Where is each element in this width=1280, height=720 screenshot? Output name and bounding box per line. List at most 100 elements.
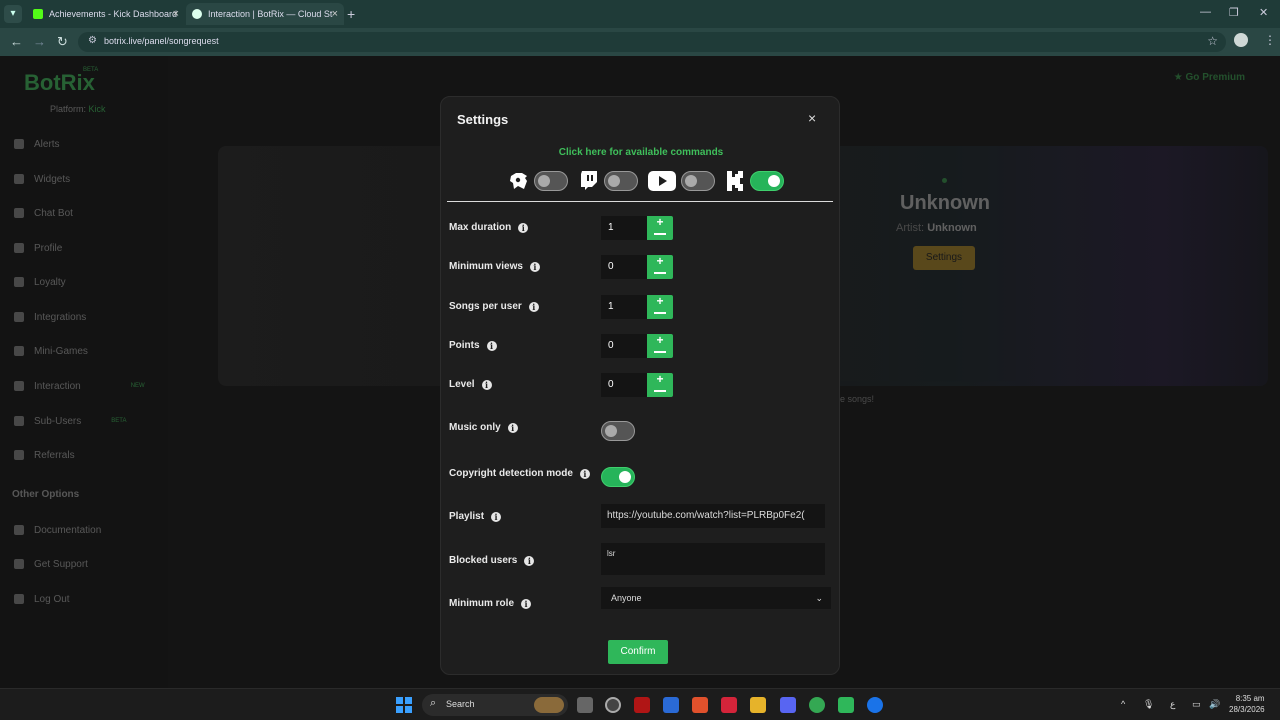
points-input[interactable]: 0 bbox=[601, 334, 647, 358]
sidebar-item-integrations[interactable]: Integrations bbox=[14, 309, 86, 325]
clock[interactable]: 8:35 am 28/3/2026 bbox=[1229, 693, 1265, 715]
info-icon[interactable]: i bbox=[524, 555, 535, 566]
tray-chevron-icon[interactable]: ^ bbox=[1121, 699, 1125, 709]
info-icon[interactable]: i bbox=[528, 301, 539, 312]
browser-tab-botrix[interactable]: Interaction | BotRix — Cloud St × bbox=[186, 3, 344, 25]
sidebar-item-profile[interactable]: Profile bbox=[14, 240, 62, 256]
sidebar-item-alerts[interactable]: Alerts bbox=[14, 136, 60, 152]
info-icon[interactable]: i bbox=[481, 379, 492, 390]
sidebar-item-documentation[interactable]: Documentation bbox=[14, 522, 101, 538]
maximize-icon[interactable]: ❐ bbox=[1229, 6, 1239, 19]
network-icon[interactable]: ▭ bbox=[1192, 699, 1201, 710]
chrome-icon[interactable] bbox=[809, 697, 825, 713]
volume-icon[interactable]: 🔊 bbox=[1209, 699, 1220, 710]
new-tab-icon[interactable]: + bbox=[347, 3, 355, 25]
tab-close-icon[interactable]: × bbox=[332, 3, 338, 25]
playlist-input[interactable]: https://youtube.com/watch?list=PLRBp0Fe2… bbox=[601, 504, 825, 528]
plus-icon[interactable]: + bbox=[647, 334, 673, 346]
microphone-icon[interactable]: 🎙 bbox=[1143, 699, 1154, 710]
sidebar-item-loyalty[interactable]: Loyalty bbox=[14, 274, 66, 290]
discord-icon[interactable] bbox=[780, 697, 796, 713]
info-icon[interactable]: i bbox=[529, 261, 540, 272]
minimum-views-stepper[interactable]: + bbox=[647, 255, 673, 279]
minimum-views-input[interactable]: 0 bbox=[601, 255, 647, 279]
app-icon-5[interactable] bbox=[838, 697, 854, 713]
app-icon-1[interactable] bbox=[605, 697, 621, 713]
sidebar-item-referrals[interactable]: Referrals bbox=[14, 447, 75, 463]
info-icon[interactable]: i bbox=[518, 222, 529, 233]
max-duration-label: Max duration i bbox=[449, 222, 529, 233]
minus-icon[interactable] bbox=[654, 233, 666, 235]
plus-icon[interactable]: + bbox=[647, 216, 673, 228]
bookmark-star-icon[interactable]: ☆ bbox=[1207, 34, 1218, 48]
browser-menu-icon[interactable]: ⋮ bbox=[1264, 33, 1276, 47]
brave-icon[interactable] bbox=[692, 697, 708, 713]
level-input[interactable]: 0 bbox=[601, 373, 647, 397]
points-stepper[interactable]: + bbox=[647, 334, 673, 358]
botrix-toggle[interactable] bbox=[534, 171, 568, 191]
info-icon[interactable]: i bbox=[491, 511, 502, 522]
divider bbox=[447, 201, 833, 202]
minus-icon[interactable] bbox=[654, 272, 666, 274]
sidebar-item-widgets[interactable]: Widgets bbox=[14, 171, 70, 187]
referrals-icon bbox=[14, 450, 24, 460]
sidebar-item-interaction[interactable]: Interaction NEW bbox=[14, 378, 145, 394]
minus-icon[interactable] bbox=[654, 390, 666, 392]
blocked-users-input[interactable]: lsr bbox=[601, 543, 825, 575]
max-duration-stepper[interactable]: + bbox=[647, 216, 673, 240]
songs-per-user-label: Songs per user i bbox=[449, 301, 539, 312]
app-icon-2[interactable] bbox=[634, 697, 650, 713]
songs-per-user-input[interactable]: 1 bbox=[601, 295, 647, 319]
close-icon[interactable]: × bbox=[808, 110, 816, 126]
chrome-active-icon[interactable] bbox=[867, 697, 883, 713]
browser-tab-kick-dashboard[interactable]: Achievements - Kick Dashboard × bbox=[27, 3, 185, 25]
youtube-toggle[interactable] bbox=[681, 171, 715, 191]
window-close-icon[interactable]: ✕ bbox=[1259, 6, 1268, 19]
minimize-icon[interactable]: — bbox=[1200, 6, 1211, 18]
info-icon[interactable]: i bbox=[507, 422, 518, 433]
back-icon[interactable]: ← bbox=[10, 34, 23, 49]
plus-icon[interactable]: + bbox=[647, 255, 673, 267]
minus-icon[interactable] bbox=[654, 312, 666, 314]
taskbar-search[interactable]: ⌕ Search bbox=[422, 694, 568, 716]
info-icon[interactable]: i bbox=[579, 468, 590, 479]
confirm-button[interactable]: Confirm bbox=[608, 640, 668, 664]
songs-per-user-stepper[interactable]: + bbox=[647, 295, 673, 319]
url-text[interactable]: botrix.live/panel/songrequest bbox=[104, 36, 219, 46]
bg-settings-button[interactable]: Settings bbox=[913, 246, 975, 270]
twitch-toggle[interactable] bbox=[604, 171, 638, 191]
kick-toggle[interactable] bbox=[750, 171, 784, 191]
copyright-detection-toggle[interactable] bbox=[601, 467, 635, 487]
music-only-toggle[interactable] bbox=[601, 421, 635, 441]
sidebar-item-mini-games[interactable]: Mini-Games bbox=[14, 343, 88, 359]
sidebar-item-log-out[interactable]: Log Out bbox=[14, 591, 70, 607]
plus-icon[interactable]: + bbox=[647, 373, 673, 385]
site-info-icon[interactable]: ⚙ bbox=[88, 35, 97, 46]
app-icon-3[interactable] bbox=[663, 697, 679, 713]
sidebar-item-sub-users[interactable]: Sub-Users BETA bbox=[14, 413, 126, 429]
app-icon-4[interactable] bbox=[721, 697, 737, 713]
tab-title: Interaction | BotRix — Cloud St bbox=[208, 9, 333, 19]
sidebar-item-get-support[interactable]: Get Support bbox=[14, 556, 88, 572]
max-duration-input[interactable]: 1 bbox=[601, 216, 647, 240]
file-explorer-icon[interactable] bbox=[750, 697, 766, 713]
minus-icon[interactable] bbox=[654, 351, 666, 353]
tab-close-icon[interactable]: × bbox=[173, 3, 179, 25]
beta-badge: BETA bbox=[83, 67, 99, 73]
info-icon[interactable]: i bbox=[486, 340, 497, 351]
address-bar[interactable]: ⚙ botrix.live/panel/songrequest ☆ bbox=[78, 32, 1226, 52]
info-icon[interactable]: i bbox=[521, 598, 532, 609]
minimum-role-select[interactable]: Anyone ⌄ bbox=[601, 587, 831, 609]
profile-avatar-icon[interactable] bbox=[1234, 33, 1248, 47]
windows-start-icon[interactable] bbox=[396, 697, 412, 713]
go-premium-link[interactable]: ★ Go Premium bbox=[1174, 72, 1245, 83]
language-icon[interactable]: ع bbox=[1170, 699, 1175, 710]
available-commands-link[interactable]: Click here for available commands bbox=[441, 147, 841, 158]
level-stepper[interactable]: + bbox=[647, 373, 673, 397]
forward-icon[interactable]: → bbox=[33, 34, 46, 49]
tab-search-dropdown[interactable]: ▾ bbox=[4, 5, 22, 23]
sidebar-item-chat-bot[interactable]: Chat Bot bbox=[14, 205, 73, 221]
reload-icon[interactable]: ↻ bbox=[57, 34, 68, 50]
plus-icon[interactable]: + bbox=[647, 295, 673, 307]
task-view-icon[interactable] bbox=[577, 697, 593, 713]
